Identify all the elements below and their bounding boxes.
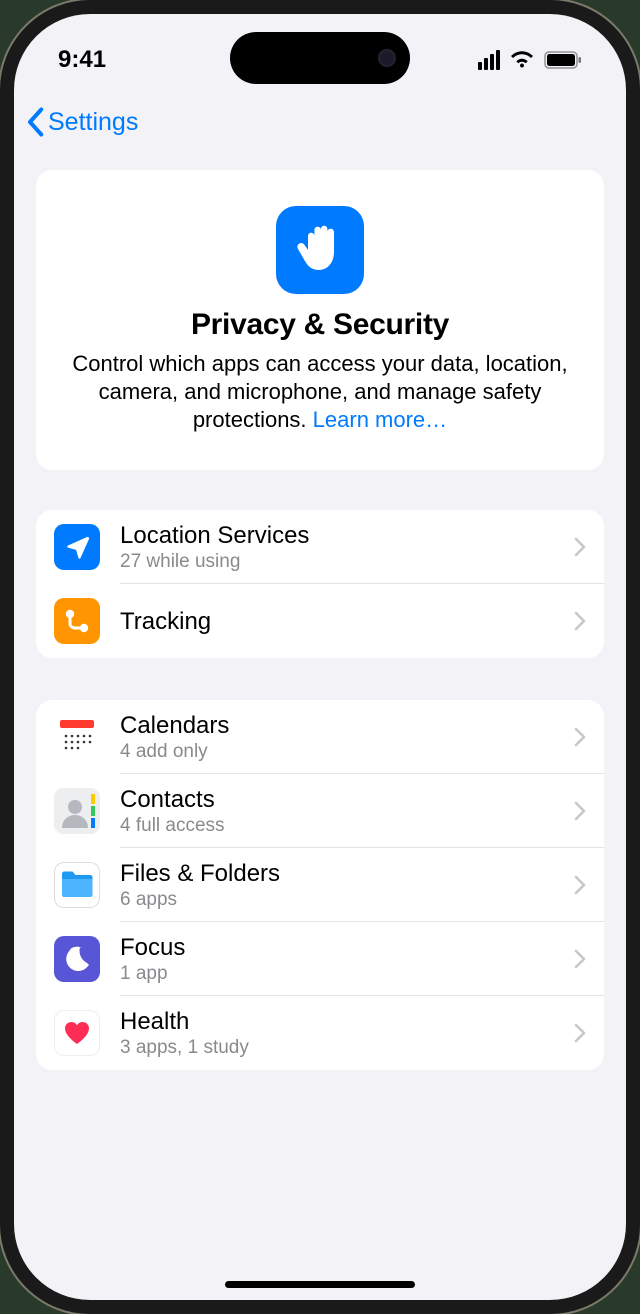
contacts-icon [54,788,100,834]
row-title: Tracking [120,608,574,636]
side-button [0,414,2,504]
privacy-hand-icon [276,206,364,294]
chevron-right-icon [574,949,586,969]
row-title: Focus [120,934,574,962]
focus-icon [54,936,100,982]
learn-more-link[interactable]: Learn more… [313,407,448,432]
chevron-right-icon [574,727,586,747]
row-subtitle: 3 apps, 1 study [120,1037,574,1059]
cellular-icon [478,50,500,70]
status-indicators [478,50,582,70]
row-title: Contacts [120,786,574,814]
row-contacts[interactable]: Contacts 4 full access [36,774,604,848]
side-button [0,294,2,384]
hero-title: Privacy & Security [64,308,576,342]
back-button[interactable]: Settings [24,107,138,137]
row-location-services[interactable]: Location Services 27 while using [36,510,604,584]
row-title: Location Services [120,522,574,550]
settings-group: Calendars 4 add only Contacts 4 full acc… [36,700,604,1070]
content: Privacy & Security Control which apps ca… [14,150,626,1070]
row-title: Calendars [120,712,574,740]
row-subtitle: 6 apps [120,889,574,911]
phone-frame: 9:41 Settings [0,0,640,1314]
row-subtitle: 4 full access [120,815,574,837]
chevron-right-icon [574,537,586,557]
status-time: 9:41 [58,46,106,74]
wifi-icon [509,50,535,70]
chevron-left-icon [24,107,46,137]
chevron-right-icon [574,611,586,631]
battery-icon [544,51,582,69]
back-label: Settings [48,108,138,137]
health-icon [54,1010,100,1056]
hero-description: Control which apps can access your data,… [64,350,576,434]
files-icon [54,862,100,908]
tracking-icon [54,598,100,644]
dynamic-island [230,32,410,84]
row-subtitle: 27 while using [120,551,574,573]
row-title: Files & Folders [120,860,574,888]
home-indicator[interactable] [225,1281,415,1288]
row-tracking[interactable]: Tracking [36,584,604,658]
row-calendars[interactable]: Calendars 4 add only [36,700,604,774]
screen: 9:41 Settings [14,14,626,1300]
row-subtitle: 1 app [120,963,574,985]
chevron-right-icon [574,801,586,821]
side-button [0,214,2,256]
row-files-folders[interactable]: Files & Folders 6 apps [36,848,604,922]
nav-bar: Settings [14,94,626,150]
chevron-right-icon [574,875,586,895]
row-health[interactable]: Health 3 apps, 1 study [36,996,604,1070]
row-subtitle: 4 add only [120,741,574,763]
settings-group: Location Services 27 while using Trackin… [36,510,604,658]
calendars-icon [54,714,100,760]
chevron-right-icon [574,1023,586,1043]
location-icon [54,524,100,570]
row-focus[interactable]: Focus 1 app [36,922,604,996]
hero-card: Privacy & Security Control which apps ca… [36,170,604,470]
row-title: Health [120,1008,574,1036]
camera-dot [378,49,396,67]
